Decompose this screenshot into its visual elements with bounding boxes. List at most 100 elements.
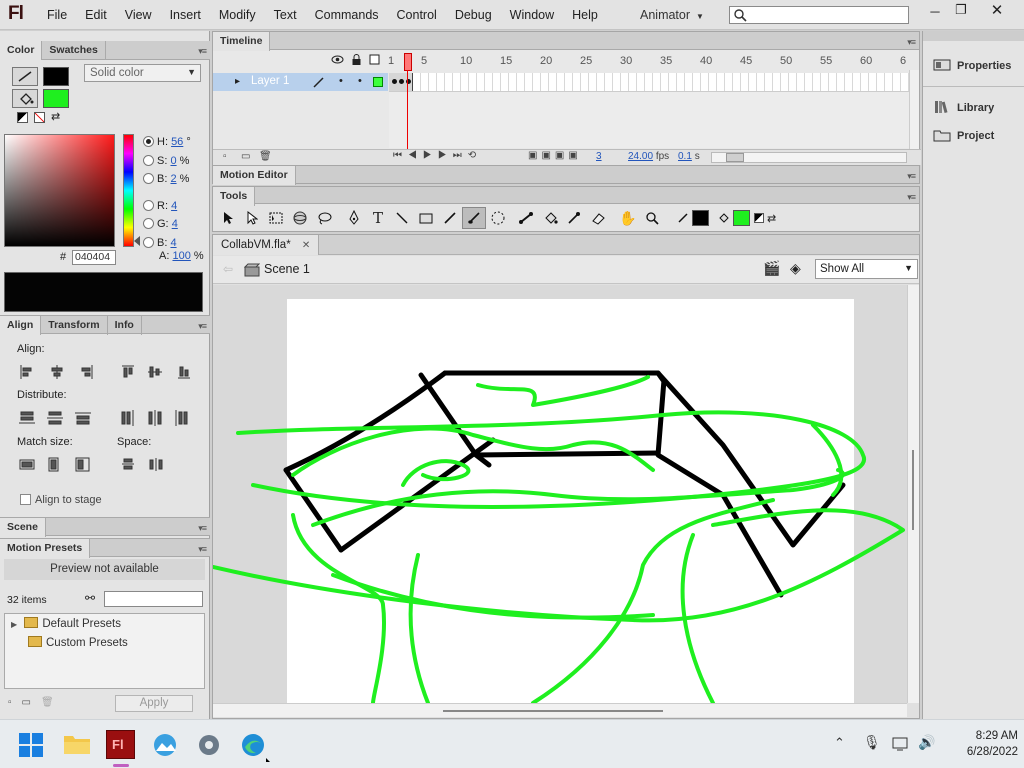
tab-motion-editor[interactable]: Motion Editor [213,166,296,185]
drawing-canvas[interactable] [213,285,907,703]
preset-search-input[interactable] [104,591,203,607]
radio-blue[interactable] [143,236,154,248]
align-buttons[interactable] [18,364,198,382]
align-to-stage-checkbox[interactable]: Align to stage [20,494,102,506]
menu-insert[interactable]: Insert [161,8,210,22]
pen-tool[interactable] [342,207,366,229]
color-picker-field[interactable] [4,134,115,247]
menu-window[interactable]: Window [501,8,563,22]
selection-tool[interactable] [216,207,240,229]
taskbar-explorer[interactable] [63,732,91,756]
volume-icon[interactable]: 🔊 [918,734,935,751]
stage-hscroll[interactable] [213,703,907,717]
tab-scene[interactable]: Scene [0,518,46,537]
blue-value[interactable]: 4 [170,237,176,249]
loop-icon[interactable]: ⟲ [468,150,482,161]
frame-ruler[interactable]: 1 5 10 15 20 25 30 35 40 45 50 55 60 6 [388,52,908,70]
chevron-up-icon[interactable]: ⌃ [834,735,845,751]
s-value[interactable]: 0 [170,155,176,167]
tab-timeline[interactable]: Timeline [213,32,271,51]
playhead-handle[interactable] [404,53,412,71]
distribute-buttons[interactable] [18,410,198,428]
eraser-tool[interactable] [586,207,610,229]
hex-input[interactable]: 040404 [72,250,116,265]
radio-s[interactable] [143,154,154,166]
timeline-hscroll[interactable] [711,152,907,163]
delete-icon[interactable]: 🗑 [41,697,54,708]
stroke-color-tool[interactable] [674,207,692,229]
panel-menu-icon[interactable]: ▾≡ [907,192,916,203]
restore-button[interactable]: ❐ [946,2,976,20]
prev-frame-icon[interactable]: ◀ [408,150,423,161]
tab-motion-presets[interactable]: Motion Presets [0,539,91,558]
layer-color-box[interactable] [373,77,383,87]
microphone-icon[interactable]: 🎙 [863,734,881,751]
brush-tool[interactable] [462,207,486,229]
taskbar-flash[interactable]: Fl [106,730,135,759]
network-icon[interactable] [892,736,912,752]
fill-type-select[interactable]: Solid color ▼ [84,64,201,82]
first-frame-icon[interactable]: ⏮ [393,150,408,161]
black-white-icon[interactable] [17,112,28,123]
stroke-color-button[interactable] [12,67,38,86]
close-tab-icon[interactable]: ✕ [302,240,310,251]
dock-item-project[interactable]: Project [933,128,994,142]
document-tab[interactable]: CollabVM.fla* ✕ [213,235,320,255]
match-space-buttons[interactable] [18,456,168,474]
edit-symbols-icon[interactable]: ◈ [790,260,801,277]
workspace-switcher[interactable]: Animator ▼ [640,8,704,22]
onion-skin-icons[interactable]: ▣▣▣▣ [528,150,582,161]
start-button[interactable] [18,732,44,758]
fps-display[interactable]: 24.00 fps [628,151,669,162]
new-folder-icon[interactable]: ▭ [241,151,250,162]
lasso-tool[interactable] [312,207,336,229]
black-white-icon[interactable] [754,213,764,223]
taskbar-edge[interactable] [240,732,266,758]
r-value[interactable]: 4 [171,200,177,212]
tab-swatches[interactable]: Swatches [42,41,106,60]
menu-text[interactable]: Text [265,8,306,22]
stroke-color-swatch[interactable] [43,67,69,86]
back-arrow-icon[interactable]: ⇦ [223,262,233,276]
close-button[interactable]: ✕ [982,1,1012,19]
panel-menu-icon[interactable]: ▾≡ [907,37,916,48]
menu-control[interactable]: Control [388,8,446,22]
free-transform-tool[interactable] [264,207,288,229]
fill-color-swatch[interactable] [733,210,750,226]
taskbar-photos[interactable] [151,732,179,758]
3d-rotation-tool[interactable] [288,207,312,229]
eyedropper-tool[interactable] [562,207,586,229]
hand-tool[interactable]: ✋ [616,207,640,229]
tab-transform[interactable]: Transform [41,316,108,335]
apply-button[interactable]: Apply [115,695,193,712]
panel-menu-icon[interactable]: ▾≡ [198,321,207,332]
radio-r[interactable] [143,199,154,211]
new-layer-icon[interactable]: ▫ [223,151,227,162]
tree-item-custom-presets[interactable]: Custom Presets [24,636,128,649]
stage-vscroll[interactable] [907,285,919,703]
menu-edit[interactable]: Edit [76,8,116,22]
fill-color-swatch[interactable] [43,89,69,108]
layer-row[interactable]: ▸ Layer 1 • • [213,73,388,91]
clock[interactable]: 8:29 AM 6/28/2022 [940,728,1018,760]
zoom-tool[interactable] [640,207,664,229]
visibility-dot[interactable]: • [339,75,343,87]
time-display[interactable]: 0.1 s [678,151,700,162]
bone-tool[interactable] [514,207,538,229]
swap-colors-icon[interactable]: ⇄ [51,112,60,123]
panel-menu-icon[interactable]: ▾≡ [198,544,207,555]
stroke-color-swatch[interactable] [692,210,709,226]
fill-color-tool[interactable] [715,207,733,229]
edit-scene-icon[interactable]: 🎬 [763,260,780,277]
tab-tools[interactable]: Tools [213,187,256,206]
scroll-thumb[interactable] [912,450,914,530]
radio-g[interactable] [143,218,154,229]
lock-dot[interactable]: • [358,75,362,87]
stage-pasteboard[interactable] [213,285,907,703]
rectangle-tool[interactable] [414,207,438,229]
dock-grip[interactable] [923,31,1024,41]
paint-bucket-tool[interactable] [538,207,562,229]
tab-color[interactable]: Color [0,41,43,60]
lock-icon[interactable] [351,54,362,65]
scroll-thumb[interactable] [443,710,663,712]
